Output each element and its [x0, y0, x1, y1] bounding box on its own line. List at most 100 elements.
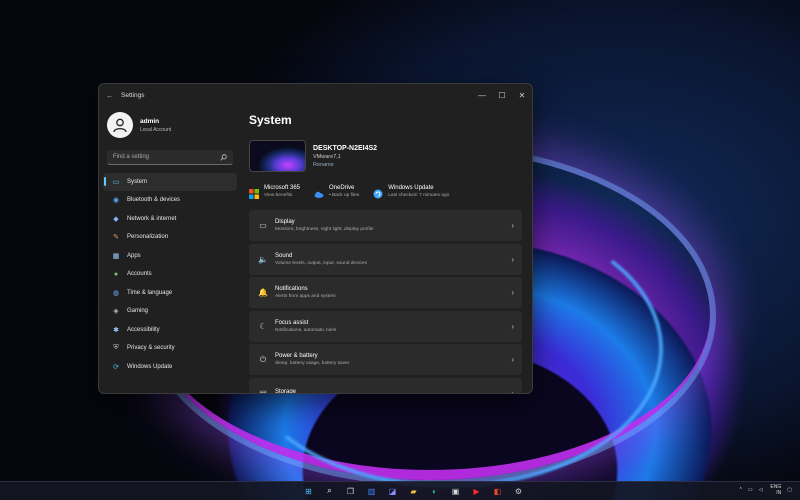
- sidebar-item-label: Windows Update: [127, 363, 173, 370]
- device-header: DESKTOP-N2EI4S2 VMware7,1 Rename: [249, 137, 522, 175]
- windows-update-icon: [373, 186, 383, 199]
- settings-card-focus-assist[interactable]: ☾ Focus assist Notifications, automatic ru…: [249, 310, 522, 342]
- storage-icon: ▤: [259, 388, 267, 394]
- shield-icon: ⛨: [113, 344, 119, 352]
- sidebar-item-personalization[interactable]: ✎ Personalization: [103, 229, 237, 247]
- device-model: VMware7,1: [313, 153, 341, 160]
- monitor-icon: ▭: [112, 178, 120, 186]
- main-content: System DESKTOP-N2EI4S2 VMware7,1 Rename …: [241, 106, 532, 393]
- close-button[interactable]: ✕: [512, 91, 532, 100]
- sidebar-item-privacy-security[interactable]: ⛨ Privacy & security: [103, 340, 237, 358]
- title-bar[interactable]: ← Settings — ☐ ✕: [99, 84, 532, 106]
- speaker-icon: 🔈: [258, 254, 268, 264]
- network-icon: ◆: [113, 215, 119, 223]
- card-subtitle: Volume levels, output, input, sound devi…: [275, 260, 367, 266]
- search-input[interactable]: Find a setting: [107, 150, 233, 165]
- user-profile[interactable]: admin Local Account: [99, 106, 241, 144]
- youtube-icon[interactable]: ▶: [470, 484, 484, 498]
- settings-card-storage[interactable]: ▤ Storage ›: [249, 377, 522, 394]
- sidebar-item-label: Apps: [127, 252, 141, 259]
- sidebar-item-time-language[interactable]: ◍ Time & language: [103, 284, 237, 302]
- quick-link-windows-update[interactable]: Windows Update Last checked: 7 minutes ag…: [373, 185, 449, 205]
- sidebar-nav: ▭ System ◉ Bluetooth & devices ◆ Network & in…: [99, 173, 241, 376]
- quick-link-subtitle: Last checked: 7 minutes ago: [388, 193, 450, 198]
- store-icon[interactable]: ▣: [449, 484, 463, 498]
- sidebar-item-bluetooth-devices[interactable]: ◉ Bluetooth & devices: [103, 192, 237, 210]
- notification-icon[interactable]: ▢: [787, 487, 792, 493]
- sidebar-item-network-internet[interactable]: ◆ Network & internet: [103, 210, 237, 228]
- search-placeholder: Find a setting: [113, 154, 150, 160]
- back-arrow-icon[interactable]: ←: [99, 91, 121, 100]
- sidebar-item-label: Privacy & security: [127, 345, 175, 352]
- chevron-right-icon: ›: [511, 355, 514, 364]
- card-title: Display: [275, 219, 295, 225]
- power-icon: ⏻: [259, 354, 267, 364]
- settings-card-sound[interactable]: 🔈 Sound Volume levels, output, input, soun…: [249, 243, 522, 275]
- chat-icon[interactable]: ◪: [386, 484, 400, 498]
- quick-links: Microsoft 365 View benefits OneDrive • Back…: [249, 185, 522, 205]
- settings-card-power-battery[interactable]: ⏻ Power & battery Sleep, battery usage, ba…: [249, 344, 522, 375]
- quick-link-onedrive[interactable]: OneDrive • Back up files: [314, 185, 359, 205]
- rename-link[interactable]: Rename: [313, 162, 377, 168]
- person-icon: ●: [113, 270, 119, 278]
- search-icon[interactable]: [220, 153, 227, 161]
- edge-icon[interactable]: ◐: [428, 484, 442, 498]
- accessibility-icon: ✱: [113, 326, 119, 334]
- sidebar-item-label: Accessibility: [127, 326, 160, 333]
- settings-window: ← Settings — ☐ ✕ admin Local Account Fin…: [98, 83, 533, 394]
- apps-icon: ▦: [112, 252, 120, 260]
- bell-icon: 🔔: [258, 288, 268, 297]
- page-title: System: [249, 113, 292, 127]
- language-indicator[interactable]: ENG IN: [770, 484, 781, 496]
- sidebar-item-gaming[interactable]: ◈ Gaming: [103, 303, 237, 321]
- quick-link-title: OneDrive: [329, 185, 355, 191]
- task-view-icon[interactable]: ❐: [344, 484, 358, 498]
- maximize-button[interactable]: ☐: [492, 91, 512, 100]
- account-type: Local Account: [140, 126, 172, 133]
- card-subtitle: Notifications, automatic rules: [275, 327, 337, 333]
- quick-link-subtitle: View benefits: [264, 193, 293, 198]
- widgets-icon[interactable]: ▥: [365, 484, 379, 498]
- start-icon[interactable]: ⊞: [302, 484, 316, 498]
- settings-card-notifications[interactable]: 🔔 Notifications Alerts from apps and syste…: [249, 277, 522, 308]
- sidebar-item-label: Accounts: [127, 271, 152, 278]
- network-tray-icon[interactable]: ▭: [748, 487, 753, 493]
- sidebar-item-accounts[interactable]: ● Accounts: [103, 266, 237, 284]
- sidebar: admin Local Account Find a setting ▭ Syst…: [99, 106, 241, 393]
- user-name: admin: [140, 117, 160, 125]
- sidebar-item-system[interactable]: ▭ System: [103, 173, 237, 191]
- globe-icon: ◍: [112, 289, 120, 297]
- card-title: Storage: [275, 389, 297, 394]
- card-title: Power & battery: [275, 353, 318, 359]
- window-title: Settings: [121, 91, 145, 99]
- sidebar-item-windows-update[interactable]: ⟳ Windows Update: [103, 358, 237, 376]
- desktop-thumbnail: [249, 140, 306, 172]
- card-title: Sound: [275, 252, 293, 259]
- minimize-button[interactable]: —: [472, 91, 492, 100]
- chevron-right-icon: ›: [511, 221, 514, 230]
- search-icon[interactable]: ⌕: [323, 484, 337, 498]
- taskbar: ⊞ ⌕ ❐ ▥ ◪ ▰ ◐ ▣ ▶ ◧ ⚙ ^ ▭ ◁ ENG IN ▢: [0, 481, 800, 500]
- sidebar-item-label: Bluetooth & devices: [127, 197, 181, 204]
- quick-link-subtitle: • Back up files: [329, 193, 360, 198]
- quick-link-microsoft-365[interactable]: Microsoft 365 View benefits: [249, 185, 300, 205]
- sidebar-item-label: Gaming: [127, 308, 149, 315]
- sidebar-item-apps[interactable]: ▦ Apps: [103, 247, 237, 265]
- settings-card-display[interactable]: ▭ Display Monitors, brightness, night ligh…: [249, 210, 522, 241]
- moon-icon: ☾: [259, 321, 267, 331]
- volume-tray-icon[interactable]: ◁: [759, 487, 763, 493]
- sidebar-item-accessibility[interactable]: ✱ Accessibility: [103, 321, 237, 339]
- sidebar-item-label: Personalization: [127, 234, 169, 241]
- office-icon[interactable]: ◧: [491, 484, 505, 498]
- file-explorer-icon[interactable]: ▰: [407, 484, 421, 498]
- taskbar-apps: ⊞ ⌕ ❐ ▥ ◪ ▰ ◐ ▣ ▶ ◧ ⚙: [298, 484, 529, 498]
- quick-link-title: Microsoft 365: [264, 185, 301, 191]
- brush-icon: ✎: [113, 234, 119, 242]
- sidebar-item-label: Network & internet: [127, 215, 177, 222]
- chevron-right-icon: ›: [511, 254, 514, 264]
- tray-chevron-icon[interactable]: ^: [739, 487, 741, 493]
- card-subtitle: Sleep, battery usage, battery saver: [275, 361, 350, 366]
- card-title: Notifications: [275, 286, 308, 292]
- sidebar-item-label: Time & language: [127, 289, 173, 296]
- settings-icon[interactable]: ⚙: [512, 484, 526, 498]
